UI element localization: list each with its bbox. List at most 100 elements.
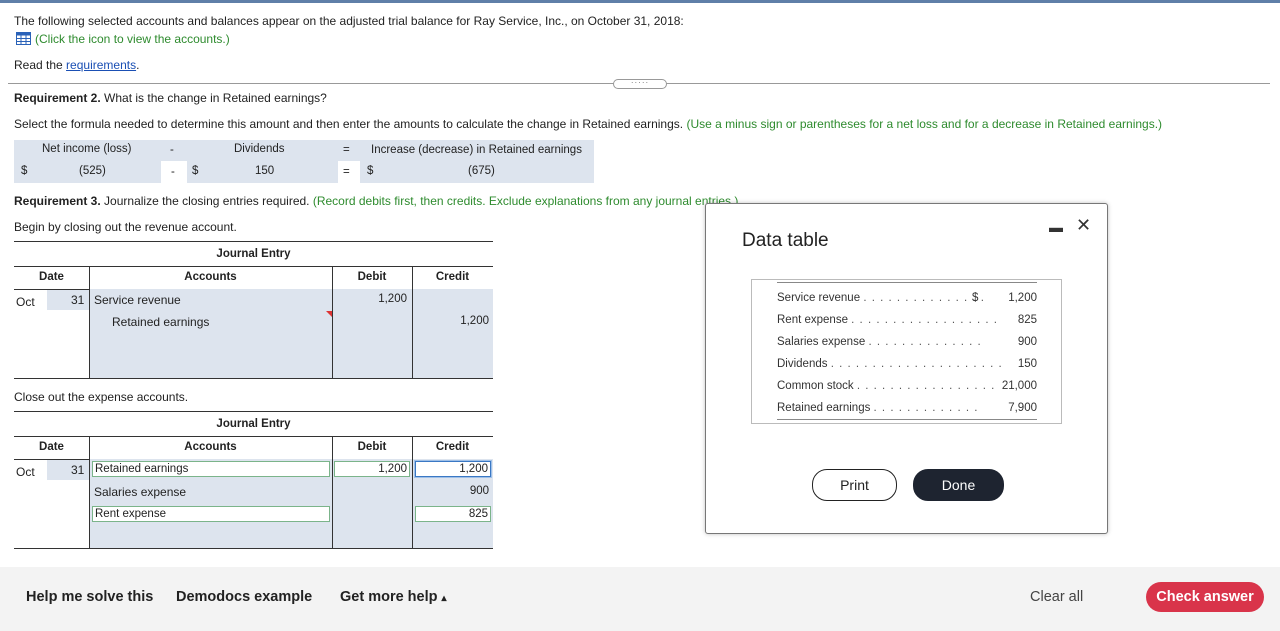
req3-text: Journalize the closing entries required. <box>104 194 310 208</box>
req2-label: Requirement 2. <box>14 91 101 105</box>
formula-net-income-value[interactable]: (525) <box>79 165 106 177</box>
formula-dollar-3: $ <box>367 165 374 177</box>
read-prefix: Read the <box>14 58 63 72</box>
header-accounts: Accounts <box>184 441 237 453</box>
formula-equals-2: = <box>343 166 350 178</box>
entry1-debit-1[interactable]: 1,200 <box>344 293 407 305</box>
retained-earnings-formula: Net income (loss) - Dividends = Increase… <box>14 140 594 183</box>
resize-handle[interactable]: ····· <box>613 79 667 89</box>
journal-header-2: Date Accounts Debit Credit <box>14 436 493 460</box>
row-value: 150 <box>1017 358 1037 370</box>
req3-label: Requirement 3. <box>14 194 101 208</box>
row-dollar: $ <box>972 292 979 304</box>
entry1-day: 31 <box>71 293 85 307</box>
data-row: Salaries expense . . . . . . . . . . . .… <box>777 336 1037 348</box>
check-answer-button[interactable]: Check answer <box>1146 582 1264 612</box>
entry2-credit-1-input[interactable]: 1,200 <box>415 461 491 477</box>
entry2-credit-3-input[interactable]: 825 <box>415 506 491 522</box>
icon-link-text[interactable]: (Click the icon to view the accounts.) <box>35 32 230 46</box>
journal-title-1: Journal Entry <box>14 241 493 266</box>
formula-net-income-label: Net income (loss) <box>42 143 132 155</box>
entry1-month: Oct <box>16 295 35 309</box>
formula-dollar-2: $ <box>192 165 199 177</box>
get-more-help-label: Get more help <box>340 589 438 605</box>
journal-entry-expenses: Journal Entry Date Accounts Debit Credit… <box>14 411 493 549</box>
footer-bar: Help me solve this Demodocs example Get … <box>0 567 1280 631</box>
clear-all-button[interactable]: Clear all <box>1030 589 1083 605</box>
req2-instruction: Select the formula needed to determine t… <box>14 117 684 131</box>
top-accent-bar <box>0 0 1280 3</box>
req2-hint: (Use a minus sign or parentheses for a n… <box>686 117 1163 131</box>
row-label: Service revenue <box>777 292 861 304</box>
req3-step2: Close out the expense accounts. <box>14 390 189 404</box>
formula-operator-minus-2: - <box>171 166 175 178</box>
formula-result-value[interactable]: (675) <box>468 165 495 177</box>
data-row: Dividends . . . . . . . . . . . . . . . … <box>777 358 1037 370</box>
data-table-dialog: Data table ▬ ✕ Service revenue . . . . .… <box>705 203 1108 534</box>
formula-equals: = <box>343 144 350 156</box>
row-label: Rent expense <box>777 314 848 326</box>
formula-operator-minus: - <box>170 144 174 156</box>
row-value: 1,200 <box>1008 292 1037 304</box>
demodocs-example-button[interactable]: Demodocs example <box>176 589 312 605</box>
req2-heading: Requirement 2. What is the change in Ret… <box>14 91 327 105</box>
entry2-account-1-input[interactable]: Retained earnings <box>92 461 330 477</box>
row-label: Retained earnings <box>777 402 871 414</box>
row-value: 900 <box>1017 336 1037 348</box>
header-accounts: Accounts <box>184 271 237 283</box>
data-row: Retained earnings . . . . . . . . . . . … <box>777 402 1037 414</box>
row-value: 21,000 <box>1001 380 1037 392</box>
entry2-debit-1-input[interactable]: 1,200 <box>334 461 410 477</box>
entry2-account-2[interactable]: Salaries expense <box>94 485 186 499</box>
row-label: Salaries expense <box>777 336 866 348</box>
formula-dividends-value[interactable]: 150 <box>255 165 274 177</box>
row-label: Dividends <box>777 358 828 370</box>
print-button[interactable]: Print <box>812 469 897 501</box>
header-credit: Credit <box>435 441 470 453</box>
get-more-help-button[interactable]: Get more help ▴ <box>340 589 447 605</box>
entry1-account-1[interactable]: Service revenue <box>94 293 181 307</box>
accounts-icon-link[interactable]: (Click the icon to view the accounts.) <box>16 32 230 46</box>
read-suffix: . <box>136 58 140 72</box>
table-grid-icon[interactable] <box>16 32 31 45</box>
close-icon[interactable]: ✕ <box>1076 215 1091 236</box>
entry1-credit-2[interactable]: 1,200 <box>424 315 489 327</box>
header-debit: Debit <box>357 271 387 283</box>
header-credit: Credit <box>435 271 470 283</box>
req3-step1: Begin by closing out the revenue account… <box>14 220 237 234</box>
row-label: Common stock <box>777 380 854 392</box>
journal-entry-revenue: Journal Entry Date Accounts Debit Credit… <box>14 241 493 379</box>
req3-heading: Requirement 3. Journalize the closing en… <box>14 194 738 208</box>
data-row: Rent expense . . . . . . . . . . . . . .… <box>777 314 1037 326</box>
row-value: 7,900 <box>1008 402 1037 414</box>
entry2-month: Oct <box>16 465 35 479</box>
data-row: Common stock . . . . . . . . . . . . . .… <box>777 380 1037 392</box>
req2-question: What is the change in Retained earnings? <box>104 91 327 105</box>
accounts-data-table: Service revenue . . . . . . . . . . . . … <box>751 279 1062 424</box>
header-date: Date <box>39 441 64 453</box>
formula-dollar-1: $ <box>21 165 28 177</box>
entry1-account-2[interactable]: Retained earnings <box>112 315 209 329</box>
intro-text: The following selected accounts and bala… <box>14 14 684 28</box>
caret-up-icon: ▴ <box>441 593 447 604</box>
row-value: 825 <box>1017 314 1037 326</box>
journal-header-1: Date Accounts Debit Credit <box>14 266 493 290</box>
req2-instruction-line: Select the formula needed to determine t… <box>14 117 1162 131</box>
dialog-title: Data table <box>742 230 829 251</box>
minimize-icon[interactable]: ▬ <box>1049 219 1063 235</box>
formula-dividends-label: Dividends <box>234 143 285 155</box>
done-button[interactable]: Done <box>913 469 1004 501</box>
entry2-credit-2[interactable]: 900 <box>424 485 489 497</box>
comment-flag-icon <box>326 311 332 317</box>
entry2-account-3-input[interactable]: Rent expense <box>92 506 330 522</box>
header-debit: Debit <box>357 441 387 453</box>
data-row: Service revenue . . . . . . . . . . . . … <box>777 292 1037 304</box>
help-me-solve-button[interactable]: Help me solve this <box>26 589 153 605</box>
formula-increase-label: Increase (decrease) in Retained earnings <box>371 144 582 156</box>
entry2-day: 31 <box>71 463 85 477</box>
req3-hint: (Record debits first, then credits. Excl… <box>312 194 739 208</box>
journal-title-2: Journal Entry <box>14 411 493 436</box>
read-requirements: Read the requirements. <box>14 58 139 72</box>
header-date: Date <box>39 271 64 283</box>
requirements-link[interactable]: requirements <box>66 58 136 72</box>
